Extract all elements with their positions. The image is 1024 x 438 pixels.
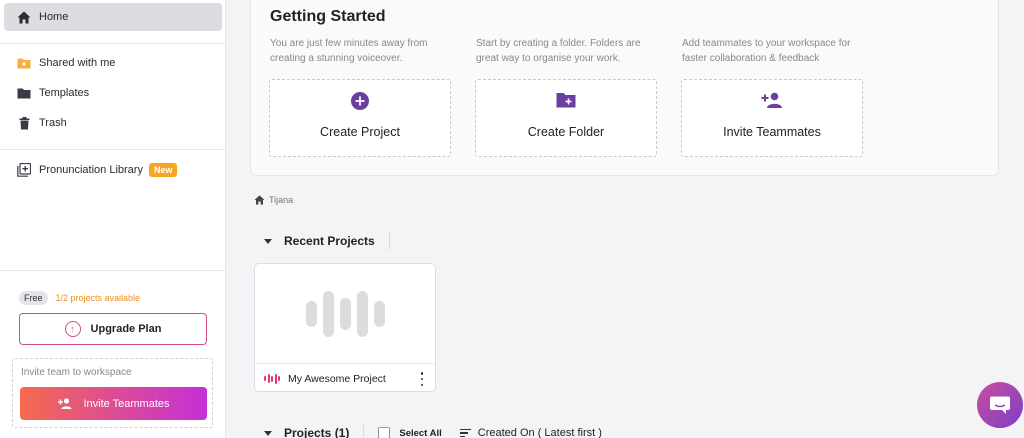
- projects-header: Projects (1) Select All Created On ( Lat…: [264, 424, 602, 438]
- create-folder-card[interactable]: Create Folder: [475, 79, 657, 157]
- project-name: My Awesome Project: [288, 372, 386, 385]
- breadcrumb-label: Tijana: [269, 195, 294, 205]
- waveform-icon: [255, 264, 435, 364]
- person-add-icon: [682, 92, 862, 108]
- sort-icon: [459, 428, 471, 438]
- invite-teammates-label: Invite Teammates: [723, 125, 821, 139]
- create-project-description: You are just few minutes away from creat…: [270, 38, 428, 64]
- sort-dropdown[interactable]: Created On ( Latest first ): [478, 427, 602, 438]
- sidebar-item-label: Pronunciation Library: [39, 164, 143, 176]
- plan-tier-badge: Free: [19, 291, 48, 305]
- home-icon: [254, 195, 265, 205]
- library-icon: [17, 163, 31, 177]
- sidebar-item-trash[interactable]: Trash: [4, 109, 222, 137]
- folder-plus-icon: [476, 92, 656, 108]
- sidebar: Home Shared with me Templates Trash Pron…: [0, 0, 226, 438]
- select-all-checkbox[interactable]: [378, 427, 391, 438]
- shared-folder-icon: [17, 56, 31, 70]
- sidebar-item-home[interactable]: Home: [4, 3, 222, 31]
- sidebar-divider: [0, 270, 226, 271]
- upgrade-plan-button[interactable]: ↑ Upgrade Plan: [19, 313, 207, 345]
- invite-teammates-card[interactable]: Invite Teammates: [681, 79, 863, 157]
- collapse-recent-caret-icon[interactable]: [264, 238, 272, 244]
- plus-circle-icon: [270, 92, 450, 110]
- sidebar-divider: [0, 149, 226, 150]
- select-all-label: Select All: [399, 427, 442, 438]
- sidebar-item-pronunciation-library[interactable]: Pronunciation Library New: [4, 156, 222, 184]
- sidebar-item-label: Trash: [39, 117, 67, 129]
- header-divider: [388, 232, 390, 250]
- sidebar-item-label: Templates: [39, 87, 90, 99]
- invite-teammates-description: Add teammates to your workspace for fast…: [682, 38, 851, 64]
- plan-availability: 1/2 projects available: [55, 293, 141, 303]
- collapse-projects-caret-icon[interactable]: [264, 430, 272, 436]
- getting-started-panel: Getting Started You are just few minutes…: [250, 0, 999, 176]
- sidebar-divider: [0, 43, 226, 44]
- invite-box-label: Invite team to workspace: [21, 367, 132, 378]
- new-badge: New: [148, 163, 178, 177]
- audio-wave-icon: [264, 373, 280, 384]
- upgrade-plan-label: Upgrade Plan: [90, 323, 162, 335]
- chat-support-button[interactable]: [977, 382, 1023, 428]
- create-folder-description: Start by creating a folder. Folders are …: [476, 38, 641, 64]
- chat-bubble-icon: [989, 395, 1011, 415]
- breadcrumb[interactable]: Tijana: [254, 195, 293, 205]
- recent-projects-heading: Recent Projects: [284, 234, 375, 248]
- invite-teammates-button[interactable]: Invite Teammates: [20, 387, 207, 420]
- arrow-up-circle-icon: ↑: [64, 321, 81, 337]
- project-card-footer: My Awesome Project: [255, 365, 435, 391]
- person-add-icon: [57, 398, 73, 409]
- plan-status: Free 1/2 projects available: [19, 291, 140, 305]
- sidebar-item-templates[interactable]: Templates: [4, 79, 222, 107]
- sidebar-item-label: Home: [39, 11, 69, 23]
- invite-teammates-label: Invite Teammates: [83, 397, 170, 410]
- create-folder-label: Create Folder: [527, 125, 605, 139]
- project-card[interactable]: My Awesome Project: [254, 263, 436, 392]
- more-options-icon[interactable]: [419, 372, 425, 386]
- trash-icon: [17, 116, 31, 130]
- create-project-card[interactable]: Create Project: [269, 79, 451, 157]
- sidebar-item-shared[interactable]: Shared with me: [4, 49, 222, 77]
- page-title: Getting Started: [270, 8, 386, 25]
- projects-heading: Projects (1): [284, 426, 350, 438]
- invite-team-box: Invite team to workspace Invite Teammate…: [12, 358, 213, 428]
- folder-icon: [17, 86, 31, 100]
- create-project-label: Create Project: [320, 125, 400, 139]
- header-divider: [363, 424, 365, 438]
- recent-projects-header: Recent Projects: [264, 232, 390, 250]
- home-icon: [17, 10, 31, 24]
- sidebar-item-label: Shared with me: [39, 57, 116, 69]
